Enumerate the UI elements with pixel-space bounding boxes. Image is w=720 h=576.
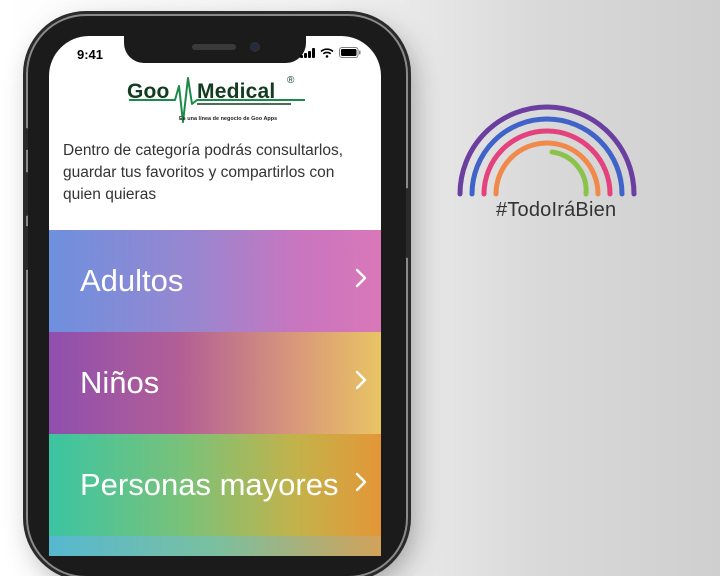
goo-medical-logo: Goo Medical ® Es una línea de negocio de… [127, 75, 307, 130]
chevron-right-icon [355, 370, 367, 390]
front-camera [250, 42, 260, 52]
signal-icon [300, 47, 315, 58]
chevron-right-icon [355, 268, 367, 288]
category-label: Adultos [80, 263, 184, 298]
wifi-icon [320, 47, 334, 58]
battery-icon [339, 47, 361, 58]
logo-text-right: Medical [197, 80, 276, 103]
category-personas-mayores[interactable]: Personas mayores [49, 434, 381, 536]
hashtag-text: #TodoIráBien [496, 199, 617, 221]
category-label: Niños [80, 365, 160, 400]
notch [124, 36, 306, 63]
category-next-partial[interactable] [49, 536, 381, 556]
registered-mark: ® [287, 75, 295, 86]
intro-text: Dentro de categoría podrás consultarlos,… [63, 142, 344, 203]
category-adultos[interactable]: Adultos [49, 230, 381, 332]
volume-up-button [25, 172, 28, 216]
rainbow-icon [457, 104, 637, 197]
logo-tagline: Es una línea de negocio de Goo Apps [179, 116, 278, 122]
chevron-right-icon [355, 472, 367, 492]
status-time: 9:41 [77, 47, 104, 62]
speaker-grille [192, 44, 236, 50]
phone-screen: 9:41 Goo Medical ® Es una línea de negoc… [49, 36, 381, 556]
status-icons [300, 47, 361, 58]
category-ninos[interactable]: Niños [49, 332, 381, 434]
category-label: Personas mayores [80, 467, 339, 502]
mute-switch [25, 128, 28, 150]
power-button [406, 188, 409, 258]
volume-down-button [25, 226, 28, 270]
